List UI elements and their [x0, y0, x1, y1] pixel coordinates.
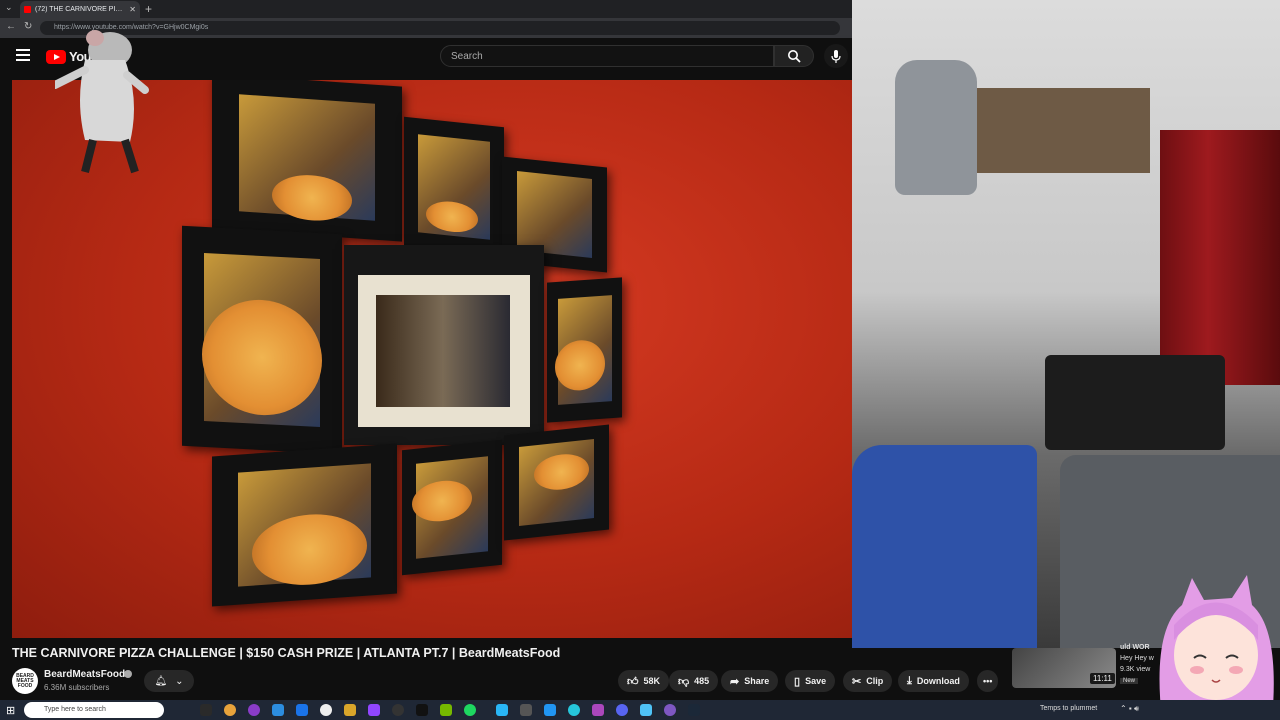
spotify-icon[interactable]: [464, 704, 476, 716]
twitch-icon[interactable]: [368, 704, 380, 716]
clip-label: Clip: [866, 676, 884, 686]
taskbar-app-icon[interactable]: [248, 704, 260, 716]
obs-icon[interactable]: [320, 704, 332, 716]
youtube-favicon-icon: [24, 6, 31, 13]
thumbs-up-icon: 👍︎: [627, 675, 639, 688]
scissors-icon: ✂: [852, 675, 862, 688]
like-count: 58K: [643, 676, 661, 686]
verified-icon: [124, 670, 132, 678]
taskbar-app-icon[interactable]: [592, 704, 604, 716]
file-explorer-icon[interactable]: [344, 704, 356, 716]
taskbar-app-icon[interactable]: [520, 704, 532, 716]
thumbs-down-icon: 👎︎: [678, 675, 690, 688]
new-tab-button[interactable]: +: [145, 2, 152, 16]
menu-icon[interactable]: [16, 49, 30, 61]
search-input[interactable]: Search: [440, 45, 774, 67]
reload-icon[interactable]: ↻: [24, 21, 32, 32]
tab-title: (72) THE CARNIVORE PIZZA C: [35, 6, 126, 13]
download-button[interactable]: ⤓ Download: [898, 670, 969, 692]
weather-widget[interactable]: Temps to plummet: [1040, 705, 1097, 712]
backpack: [895, 60, 977, 195]
like-button[interactable]: 👍︎ 58K: [618, 670, 670, 692]
save-label: Save: [805, 676, 827, 686]
video-title: THE CARNIVORE PIZZA CHALLENGE | $150 CAS…: [12, 646, 561, 660]
dislike-button[interactable]: 👎︎ 485: [669, 670, 719, 692]
voice-search-button[interactable]: [824, 44, 848, 68]
taskbar-app-icon[interactable]: [664, 704, 676, 716]
photo-frame: [212, 80, 402, 242]
discord-icon[interactable]: [616, 704, 628, 716]
photo-frame: [344, 245, 544, 445]
more-icon: •••: [983, 676, 993, 686]
share-label: Share: [744, 676, 770, 686]
chrome-icon[interactable]: [224, 704, 236, 716]
channel-avatar[interactable]: BEARD MEATS FOOD: [12, 668, 38, 694]
taskbar-app-icon[interactable]: [544, 704, 556, 716]
closet-shelf: [975, 88, 1150, 173]
photo-frame: [547, 277, 622, 423]
red-curtain: [1160, 130, 1280, 385]
taskbar-app-icon[interactable]: [496, 704, 508, 716]
more-actions-button[interactable]: •••: [977, 670, 999, 692]
taskbar-app-icon[interactable]: [568, 704, 580, 716]
search-icon: [788, 50, 801, 63]
taskbar-app-icon[interactable]: [640, 704, 652, 716]
save-button[interactable]: ▯ Save: [785, 670, 836, 692]
tab-close-icon[interactable]: ✕: [129, 5, 136, 14]
download-icon: ⤓: [907, 674, 912, 687]
taskbar-search-input[interactable]: Type here to search: [24, 702, 164, 718]
photo-frame: [404, 116, 504, 258]
photo-frame: [212, 443, 397, 607]
windows-start-icon[interactable]: ⊞: [6, 704, 15, 717]
chevron-down-icon: ⌄: [175, 675, 184, 687]
channel-name[interactable]: BeardMeatsFood: [44, 669, 125, 680]
nvidia-icon[interactable]: [440, 704, 452, 716]
vtuber-avatar-icon: [1159, 575, 1274, 720]
microphone-icon: [831, 49, 841, 63]
taskbar-app-icon[interactable]: [200, 704, 212, 716]
bell-icon: 🔔︎: [154, 675, 168, 687]
share-button[interactable]: ➦ Share: [721, 670, 779, 692]
browser-tab-bar: ⌄ (72) THE CARNIVORE PIZZA C ✕ +: [0, 0, 852, 18]
browser-tab[interactable]: (72) THE CARNIVORE PIZZA C ✕: [20, 1, 140, 18]
blue-blanket: [852, 445, 1037, 648]
taskbar-app-icon[interactable]: [392, 704, 404, 716]
system-tray-icon[interactable]: ⌃ ▪ 🔊︎: [1120, 704, 1139, 714]
search-button[interactable]: [774, 45, 814, 67]
taskbar-app-icon[interactable]: [296, 704, 308, 716]
photo-frame: [504, 424, 609, 541]
new-badge: New: [1120, 678, 1139, 684]
chair: [1045, 355, 1225, 450]
bookmark-icon: ▯: [794, 675, 801, 688]
notification-button[interactable]: 🔔︎ ⌄: [144, 670, 194, 692]
rat-overlay-icon: [55, 30, 149, 174]
dislike-count: 485: [694, 676, 710, 686]
back-icon[interactable]: ←: [6, 21, 16, 32]
photo-frame: [182, 225, 342, 455]
edge-icon[interactable]: [272, 704, 284, 716]
photo-frame: [402, 439, 502, 576]
clip-button[interactable]: ✂ Clip: [843, 670, 893, 692]
share-icon: ➦: [730, 675, 740, 688]
tab-list-icon[interactable]: ⌄: [5, 2, 13, 13]
url-field[interactable]: https://www.youtube.com/watch?v=GHjw0CMg…: [40, 21, 840, 35]
video-duration: 11:11: [1090, 673, 1115, 684]
steam-icon[interactable]: [688, 704, 700, 716]
subscriber-count: 6.36M subscribers: [44, 683, 110, 692]
download-label: Download: [916, 676, 960, 686]
taskbar-app-icon[interactable]: [416, 704, 428, 716]
